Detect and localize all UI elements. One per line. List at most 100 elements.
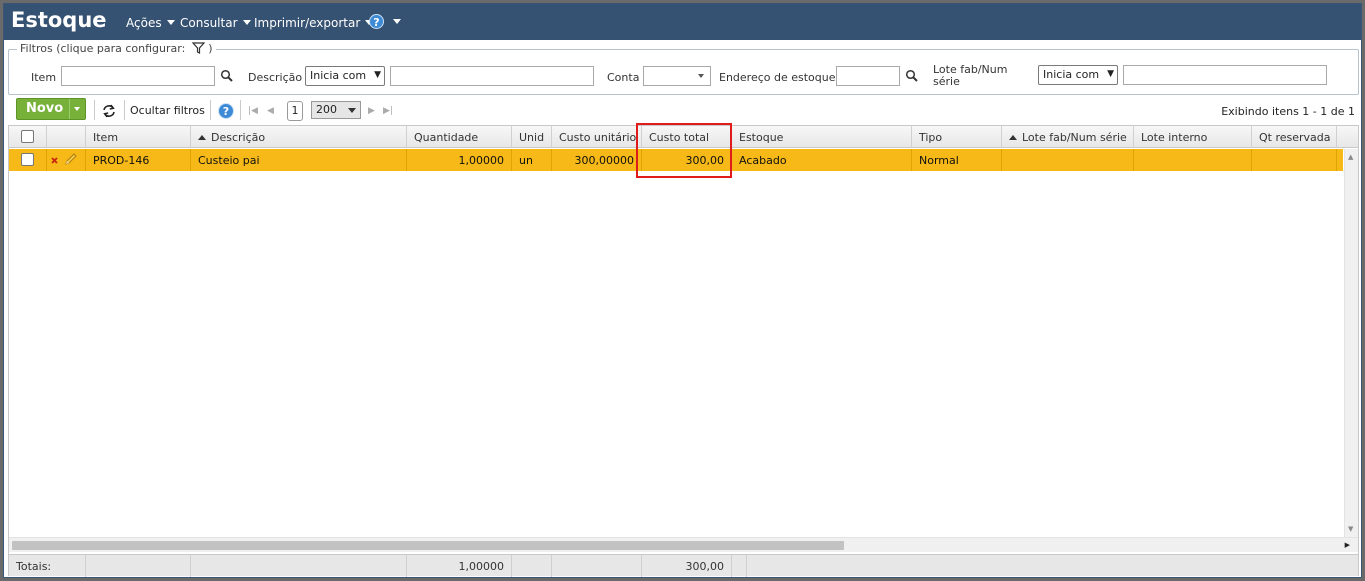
- lot-mode-value: Inicia com: [1043, 68, 1100, 81]
- column-header-lote-interno[interactable]: Lote interno: [1134, 126, 1252, 148]
- filters-legend-close: ): [208, 42, 213, 55]
- last-page-icon[interactable]: ▶|: [383, 106, 393, 116]
- horizontal-scrollbar[interactable]: ▶: [9, 537, 1358, 552]
- cell-quantidade: 1,00000: [407, 149, 512, 171]
- toolbar-separator: [124, 100, 125, 120]
- menu-consultar[interactable]: Consultar: [180, 16, 251, 30]
- menu-consultar-label: Consultar: [180, 16, 238, 30]
- column-header-custo-unitario[interactable]: Custo unitário: [552, 126, 642, 148]
- filters-legend-text: Filtros (clique para configurar:: [20, 42, 186, 55]
- row-actions-cell: [47, 149, 86, 171]
- item-filter-input[interactable]: [61, 66, 215, 86]
- sort-ascending-icon: [1009, 135, 1017, 140]
- sort-ascending-icon: [198, 135, 206, 140]
- column-header-lote-fab-label: Lote fab/Num série: [1022, 131, 1127, 144]
- toolbar-separator: [210, 100, 211, 120]
- top-bar: Estoque Ações Consultar Imprimir/exporta…: [4, 4, 1361, 40]
- totals-empty: [191, 555, 407, 577]
- column-header-item[interactable]: Item: [86, 126, 191, 148]
- address-filter-label: Endereço de estoque: [719, 71, 836, 84]
- account-filter-select[interactable]: [643, 66, 711, 86]
- description-filter-label: Descrição: [248, 71, 303, 84]
- chevron-down-icon: ▼: [374, 70, 381, 80]
- filters-legend[interactable]: Filtros (clique para configurar: ): [17, 42, 216, 55]
- totals-empty: [552, 555, 642, 577]
- row-select-cell: [9, 149, 47, 171]
- menu-help[interactable]: ?: [369, 14, 401, 29]
- totals-label: Totais:: [9, 555, 86, 577]
- scroll-right-icon[interactable]: ▶: [1345, 541, 1350, 549]
- cell-estoque: Acabado: [732, 149, 912, 171]
- cell-descricao: Custeio pai: [191, 149, 407, 171]
- scroll-up-icon[interactable]: ▲: [1348, 153, 1353, 161]
- account-filter-label: Conta: [607, 71, 640, 84]
- toolbar-separator: [94, 100, 95, 120]
- page-size-value: 200: [316, 103, 337, 116]
- select-all-cell: [9, 126, 47, 148]
- totals-empty: [732, 555, 747, 577]
- description-mode-value: Inicia com: [310, 69, 367, 82]
- column-header-quantidade[interactable]: Quantidade: [407, 126, 512, 148]
- pencil-icon[interactable]: [64, 153, 78, 166]
- cell-custo-unitario: 300,00000: [552, 149, 642, 171]
- funnel-icon[interactable]: [191, 42, 206, 54]
- toolbar-separator: [240, 100, 241, 120]
- search-icon[interactable]: [220, 69, 234, 83]
- page-number-input[interactable]: 1: [287, 101, 303, 121]
- chevron-down-icon: [393, 19, 401, 24]
- column-header-descricao-label: Descrição: [211, 131, 266, 144]
- column-header-descricao[interactable]: Descrição: [191, 126, 407, 148]
- new-dropdown-toggle[interactable]: [69, 99, 85, 119]
- vertical-scrollbar[interactable]: ▲ ▼: [1344, 149, 1358, 537]
- delete-icon[interactable]: [51, 157, 58, 164]
- menu-imprimir-label: Imprimir/exportar: [254, 16, 361, 30]
- address-filter-input[interactable]: [836, 66, 900, 86]
- app-window: Estoque Ações Consultar Imprimir/exporta…: [3, 3, 1362, 578]
- chevron-down-icon: ▼: [1107, 69, 1114, 79]
- description-filter-input[interactable]: [390, 66, 594, 86]
- menu-acoes[interactable]: Ações: [126, 16, 175, 30]
- menu-imprimir-exportar[interactable]: Imprimir/exportar: [254, 16, 374, 30]
- chevron-down-icon: [348, 108, 356, 113]
- item-filter-label: Item: [31, 71, 57, 84]
- select-all-checkbox[interactable]: [21, 130, 34, 143]
- column-header-qt-reservada[interactable]: Qt reservada: [1252, 126, 1337, 148]
- totals-row: Totais: 1,00000 300,00: [9, 554, 1358, 577]
- lot-mode-select[interactable]: Inicia com ▼: [1038, 65, 1118, 85]
- new-button-label: Novo: [26, 101, 64, 116]
- description-mode-select[interactable]: Inicia com ▼: [305, 66, 385, 86]
- actions-header: [47, 126, 86, 148]
- help-icon: ?: [369, 14, 384, 29]
- next-page-icon[interactable]: ▶: [368, 106, 375, 116]
- highlight-box: [636, 123, 732, 178]
- totals-custo-total: 300,00: [642, 555, 732, 577]
- cell-lote-fab: [1002, 149, 1134, 171]
- horizontal-scroll-thumb[interactable]: [12, 541, 844, 550]
- stock-grid: Item Descrição Quantidade Unid Custo uni…: [8, 125, 1359, 577]
- filters-panel: Filtros (clique para configurar: ) Item …: [8, 42, 1359, 95]
- scroll-down-icon[interactable]: ▼: [1348, 525, 1353, 533]
- page-size-select[interactable]: 200: [311, 101, 361, 119]
- totals-quantidade: 1,00000: [407, 555, 512, 577]
- new-button[interactable]: Novo: [16, 98, 86, 120]
- prev-page-icon[interactable]: ◀: [267, 106, 274, 116]
- lot-filter-input[interactable]: [1123, 65, 1327, 85]
- cell-tipo: Normal: [912, 149, 1002, 171]
- totals-empty: [512, 555, 552, 577]
- chevron-down-icon: [166, 20, 175, 25]
- column-header-tipo[interactable]: Tipo: [912, 126, 1002, 148]
- chevron-down-icon: [698, 74, 704, 78]
- first-page-icon[interactable]: |◀: [248, 106, 258, 116]
- lot-filter-label: Lote fab/Num série: [933, 63, 1008, 88]
- grid-toolbar: Novo Ocultar filtros ? |◀ ◀ 1 200 ▶ ▶| E…: [8, 97, 1359, 124]
- help-icon[interactable]: ?: [218, 103, 234, 119]
- column-header-unid[interactable]: Unid: [512, 126, 552, 148]
- search-icon[interactable]: [905, 69, 919, 83]
- items-count: Exibindo itens 1 - 1 de 1: [1221, 105, 1355, 118]
- menu-acoes-label: Ações: [126, 16, 162, 30]
- column-header-lote-fab[interactable]: Lote fab/Num série: [1002, 126, 1134, 148]
- row-checkbox[interactable]: [21, 153, 34, 166]
- hide-filters-button[interactable]: Ocultar filtros: [130, 104, 205, 117]
- column-header-estoque[interactable]: Estoque: [732, 126, 912, 148]
- refresh-icon[interactable]: [102, 104, 116, 118]
